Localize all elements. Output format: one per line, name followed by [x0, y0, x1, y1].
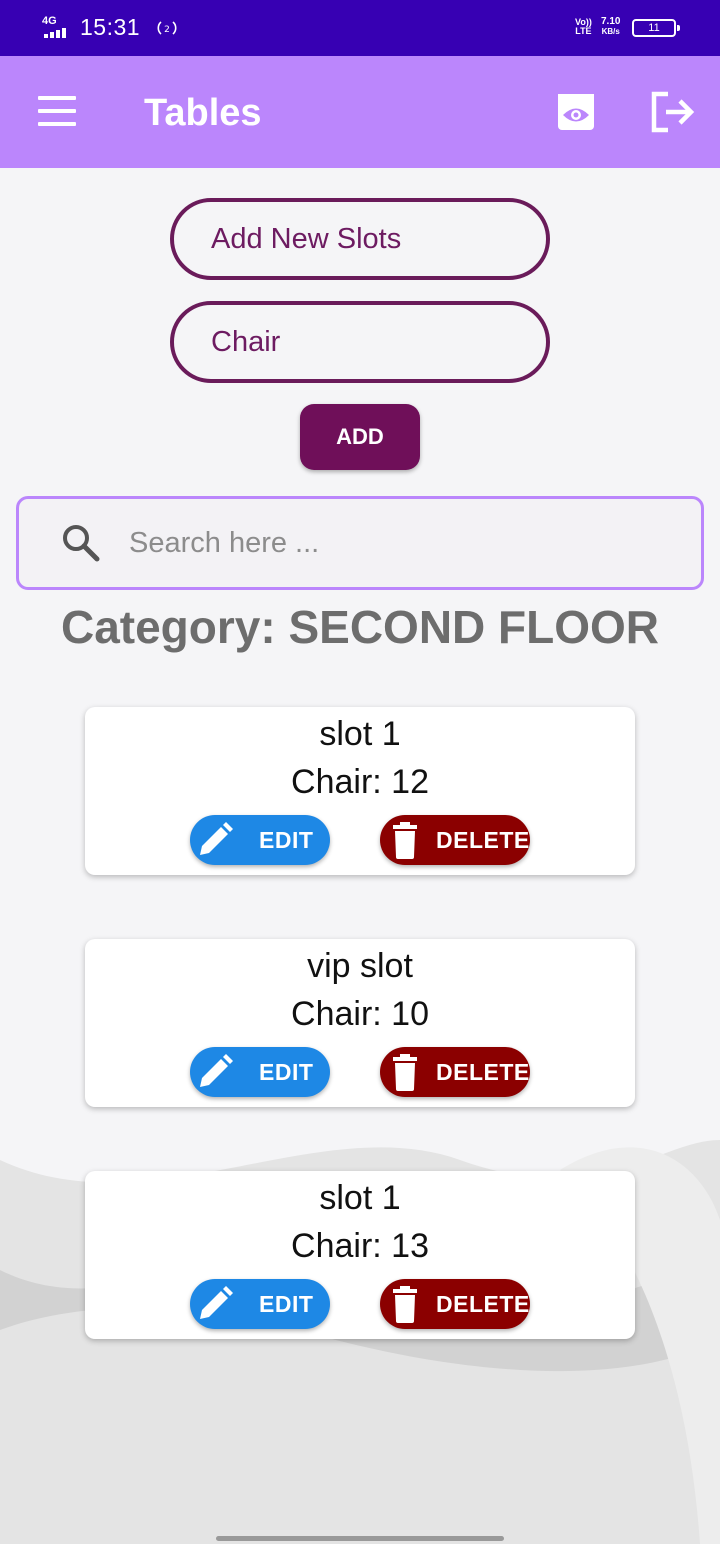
- network-type: 4G: [42, 15, 57, 27]
- delete-label: DELETE: [436, 827, 530, 853]
- slot-card: vip slot Chair: 10 EDIT DELETE: [85, 939, 635, 1107]
- pencil-icon: [200, 1286, 233, 1319]
- delete-label: DELETE: [436, 1059, 530, 1085]
- slot-chair-count: Chair: 10: [291, 995, 429, 1033]
- home-indicator[interactable]: [216, 1536, 504, 1541]
- status-bar: 4G 15:31 2 Vo)) LTE 7.10 KB/s 11: [0, 0, 720, 56]
- search-icon: [63, 525, 100, 562]
- edit-button[interactable]: EDIT: [190, 1279, 330, 1329]
- signal-icon: [44, 28, 66, 38]
- slot-name: slot 1: [319, 715, 401, 753]
- volte-indicator: Vo)) LTE: [575, 17, 592, 36]
- battery-icon: 11: [632, 19, 680, 37]
- delete-button[interactable]: DELETE: [380, 1279, 530, 1329]
- search-input[interactable]: [129, 523, 669, 563]
- slot-name-input[interactable]: [170, 198, 550, 280]
- edit-button[interactable]: EDIT: [190, 1047, 330, 1097]
- logout-icon: [651, 91, 695, 133]
- slot-chair-count: Chair: 13: [291, 1227, 429, 1265]
- delete-button[interactable]: DELETE: [380, 815, 530, 865]
- app-bar: Tables: [0, 56, 720, 168]
- logout-button[interactable]: [646, 86, 698, 138]
- eye-icon: [558, 94, 594, 130]
- hotspot-icon: 2: [157, 21, 177, 35]
- slot-card: slot 1 Chair: 13 EDIT DELETE: [85, 1171, 635, 1339]
- chair-count-input[interactable]: [170, 301, 550, 383]
- delete-button[interactable]: DELETE: [380, 1047, 530, 1097]
- slot-chair-count: Chair: 12: [291, 763, 429, 801]
- edit-label: EDIT: [259, 827, 314, 853]
- trash-icon: [393, 1054, 417, 1091]
- slot-name: slot 1: [319, 1179, 401, 1217]
- slot-card: slot 1 Chair: 12 EDIT DELETE: [85, 707, 635, 875]
- slot-name: vip slot: [307, 947, 413, 985]
- edit-button[interactable]: EDIT: [190, 815, 330, 865]
- pencil-icon: [200, 822, 233, 855]
- pencil-icon: [200, 1054, 233, 1087]
- trash-icon: [393, 1286, 417, 1323]
- network-speed: 7.10 KB/s: [601, 16, 621, 37]
- page-title: Tables: [144, 92, 262, 134]
- svg-text:2: 2: [164, 25, 170, 35]
- battery-level: 11: [648, 22, 660, 34]
- view-button[interactable]: [552, 88, 600, 136]
- menu-icon: [38, 96, 76, 100]
- delete-label: DELETE: [436, 1291, 530, 1317]
- clock: 15:31: [80, 14, 141, 40]
- category-heading: Category: SECOND FLOOR: [60, 601, 660, 653]
- trash-icon: [393, 822, 417, 859]
- edit-label: EDIT: [259, 1291, 314, 1317]
- edit-label: EDIT: [259, 1059, 314, 1085]
- add-button[interactable]: ADD: [300, 404, 420, 470]
- search-box[interactable]: [16, 496, 704, 590]
- menu-button[interactable]: [26, 84, 86, 140]
